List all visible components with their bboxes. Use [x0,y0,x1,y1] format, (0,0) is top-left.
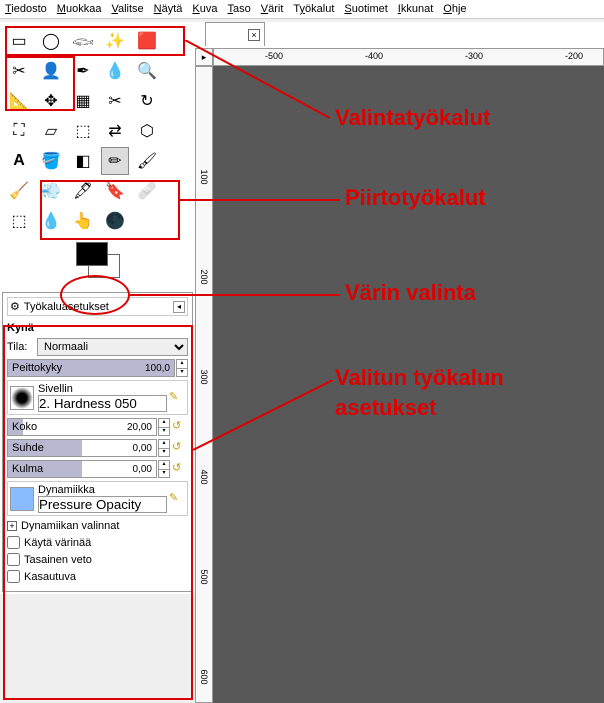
panel-title: Työkaluasetukset [20,301,173,313]
angle-spinner[interactable]: ▴▾ [158,460,170,478]
vertical-ruler[interactable]: 100 200 300 400 500 600 [195,66,213,703]
paths-tool[interactable]: ✒ [69,57,97,85]
perspective-tool[interactable]: ⬚ [69,117,97,145]
dynamics-edit-icon[interactable]: ✎ [169,491,185,507]
ratio-slider[interactable]: Suhde 0,00 [7,439,157,457]
scale-tool[interactable]: ⛶ [5,117,33,145]
ratio-reset-icon[interactable]: ↺ [172,440,188,456]
blend-tool[interactable]: ◧ [69,147,97,175]
flip-tool[interactable]: ⇄ [101,117,129,145]
annotation-selection: Valintatyökalut [335,105,490,131]
brush-name-input[interactable] [38,395,167,412]
menu-filters[interactable]: Suotimet [344,3,387,15]
blur-tool[interactable]: 💧 [37,207,65,235]
color-swatch[interactable] [68,240,128,280]
menu-file[interactable]: Tiedosto [5,3,47,15]
eraser-tool[interactable]: 🧹 [5,177,33,205]
incremental-checkbox[interactable] [7,570,20,583]
mode-select[interactable]: Normaali [37,338,188,356]
dynamics-options-expander[interactable]: +Dynamiikan valinnat [7,520,188,532]
brush-selector[interactable]: Sivellin ✎ [7,380,188,415]
menu-colors[interactable]: Värit [261,3,284,15]
menu-view[interactable]: Näytä [154,3,183,15]
dynamics-input[interactable] [38,496,167,513]
opacity-slider[interactable]: Peittokyky 100,0 [7,359,175,377]
text-tool[interactable]: A [5,147,33,175]
zoom-tool[interactable]: 🔍 [133,57,161,85]
ink-tool[interactable]: 🖋 [69,177,97,205]
foreground-select-tool[interactable]: 👤 [37,57,65,85]
scissors-tool[interactable]: ✂ [5,57,33,85]
menu-tools[interactable]: Työkalut [293,3,334,15]
smudge-tool[interactable]: 👆 [69,207,97,235]
size-reset-icon[interactable]: ↺ [172,419,188,435]
size-spinner[interactable]: ▴▾ [158,418,170,436]
color-picker-tool[interactable]: 💧 [101,57,129,85]
annotation-options-2: asetukset [335,395,437,421]
opacity-spinner[interactable]: ▴▾ [176,359,188,377]
airbrush-tool[interactable]: 💨 [37,177,65,205]
annotation-options-1: Valitun työkalun [335,365,504,391]
color-select-tool[interactable]: 🟥 [133,27,161,55]
tool-options-panel: ⚙ Työkaluasetukset ◂ Kynä Tila: Normaali… [2,292,193,592]
bucket-tool[interactable]: 🪣 [37,147,65,175]
rect-select-tool[interactable]: ▭ [5,27,33,55]
ratio-spinner[interactable]: ▴▾ [158,439,170,457]
move-tool[interactable]: ✥ [37,87,65,115]
mode-label: Tila: [7,341,37,353]
fuzzy-select-tool[interactable]: ✨ [101,27,129,55]
menu-select[interactable]: Valitse [111,3,143,15]
clone-tool[interactable]: 🔖 [101,177,129,205]
brush-preview-icon [10,386,34,410]
smooth-checkbox[interactable] [7,553,20,566]
menubar: Tiedosto Muokkaa Valitse Näytä Kuva Taso… [0,0,604,19]
lasso-tool[interactable]: 𓆟 [69,27,97,55]
panel-menu-button[interactable]: ◂ [173,301,185,313]
left-panel: ▭ ◯ 𓆟 ✨ 🟥 ✂ 👤 ✒ 💧 🔍 📐 ✥ ▦ ✂ ↻ ⛶ ▱ ⬚ ⇄ ⬡ [0,22,195,594]
menu-windows[interactable]: Ikkunat [398,3,433,15]
angle-reset-icon[interactable]: ↺ [172,461,188,477]
close-tab-icon[interactable]: × [248,29,260,41]
menu-edit[interactable]: Muokkaa [57,3,102,15]
dodge-tool[interactable]: 🌑 [101,207,129,235]
cage-tool[interactable]: ⬡ [133,117,161,145]
rotate-tool[interactable]: ↻ [133,87,161,115]
paintbrush-tool[interactable]: 🖌 [133,147,161,175]
measure-tool[interactable]: 📐 [5,87,33,115]
annotation-color: Värin valinta [345,280,476,306]
image-tab[interactable]: × [205,22,265,46]
brush-edit-icon[interactable]: ✎ [169,390,185,406]
horizontal-ruler[interactable]: -500 -400 -300 -200 [213,48,604,66]
heal-tool[interactable]: 🩹 [133,177,161,205]
foreground-color[interactable] [76,242,108,266]
menu-image[interactable]: Kuva [192,3,217,15]
dynamics-selector[interactable]: Dynamiikka ✎ [7,481,188,516]
tool-name-label: Kynä [7,320,188,336]
jitter-checkbox[interactable] [7,536,20,549]
shear-tool[interactable]: ▱ [37,117,65,145]
pencil-tool[interactable]: ✏ [101,147,129,175]
angle-slider[interactable]: Kulma 0,00 [7,460,157,478]
toolbox: ▭ ◯ 𓆟 ✨ 🟥 ✂ 👤 ✒ 💧 🔍 📐 ✥ ▦ ✂ ↻ ⛶ ▱ ⬚ ⇄ ⬡ [0,22,195,290]
crop-tool[interactable]: ✂ [101,87,129,115]
ellipse-select-tool[interactable]: ◯ [37,27,65,55]
align-tool[interactable]: ▦ [69,87,97,115]
perspective-clone-tool[interactable]: ⬚ [5,207,33,235]
panel-icon: ⚙ [10,300,20,313]
menu-help[interactable]: Ohje [443,3,466,15]
annotation-drawing: Piirtotyökalut [345,185,486,211]
size-slider[interactable]: Koko 20,00 [7,418,157,436]
dynamics-icon [10,487,34,511]
menu-layer[interactable]: Taso [228,3,251,15]
ruler-corner[interactable]: ▸ [195,48,213,66]
